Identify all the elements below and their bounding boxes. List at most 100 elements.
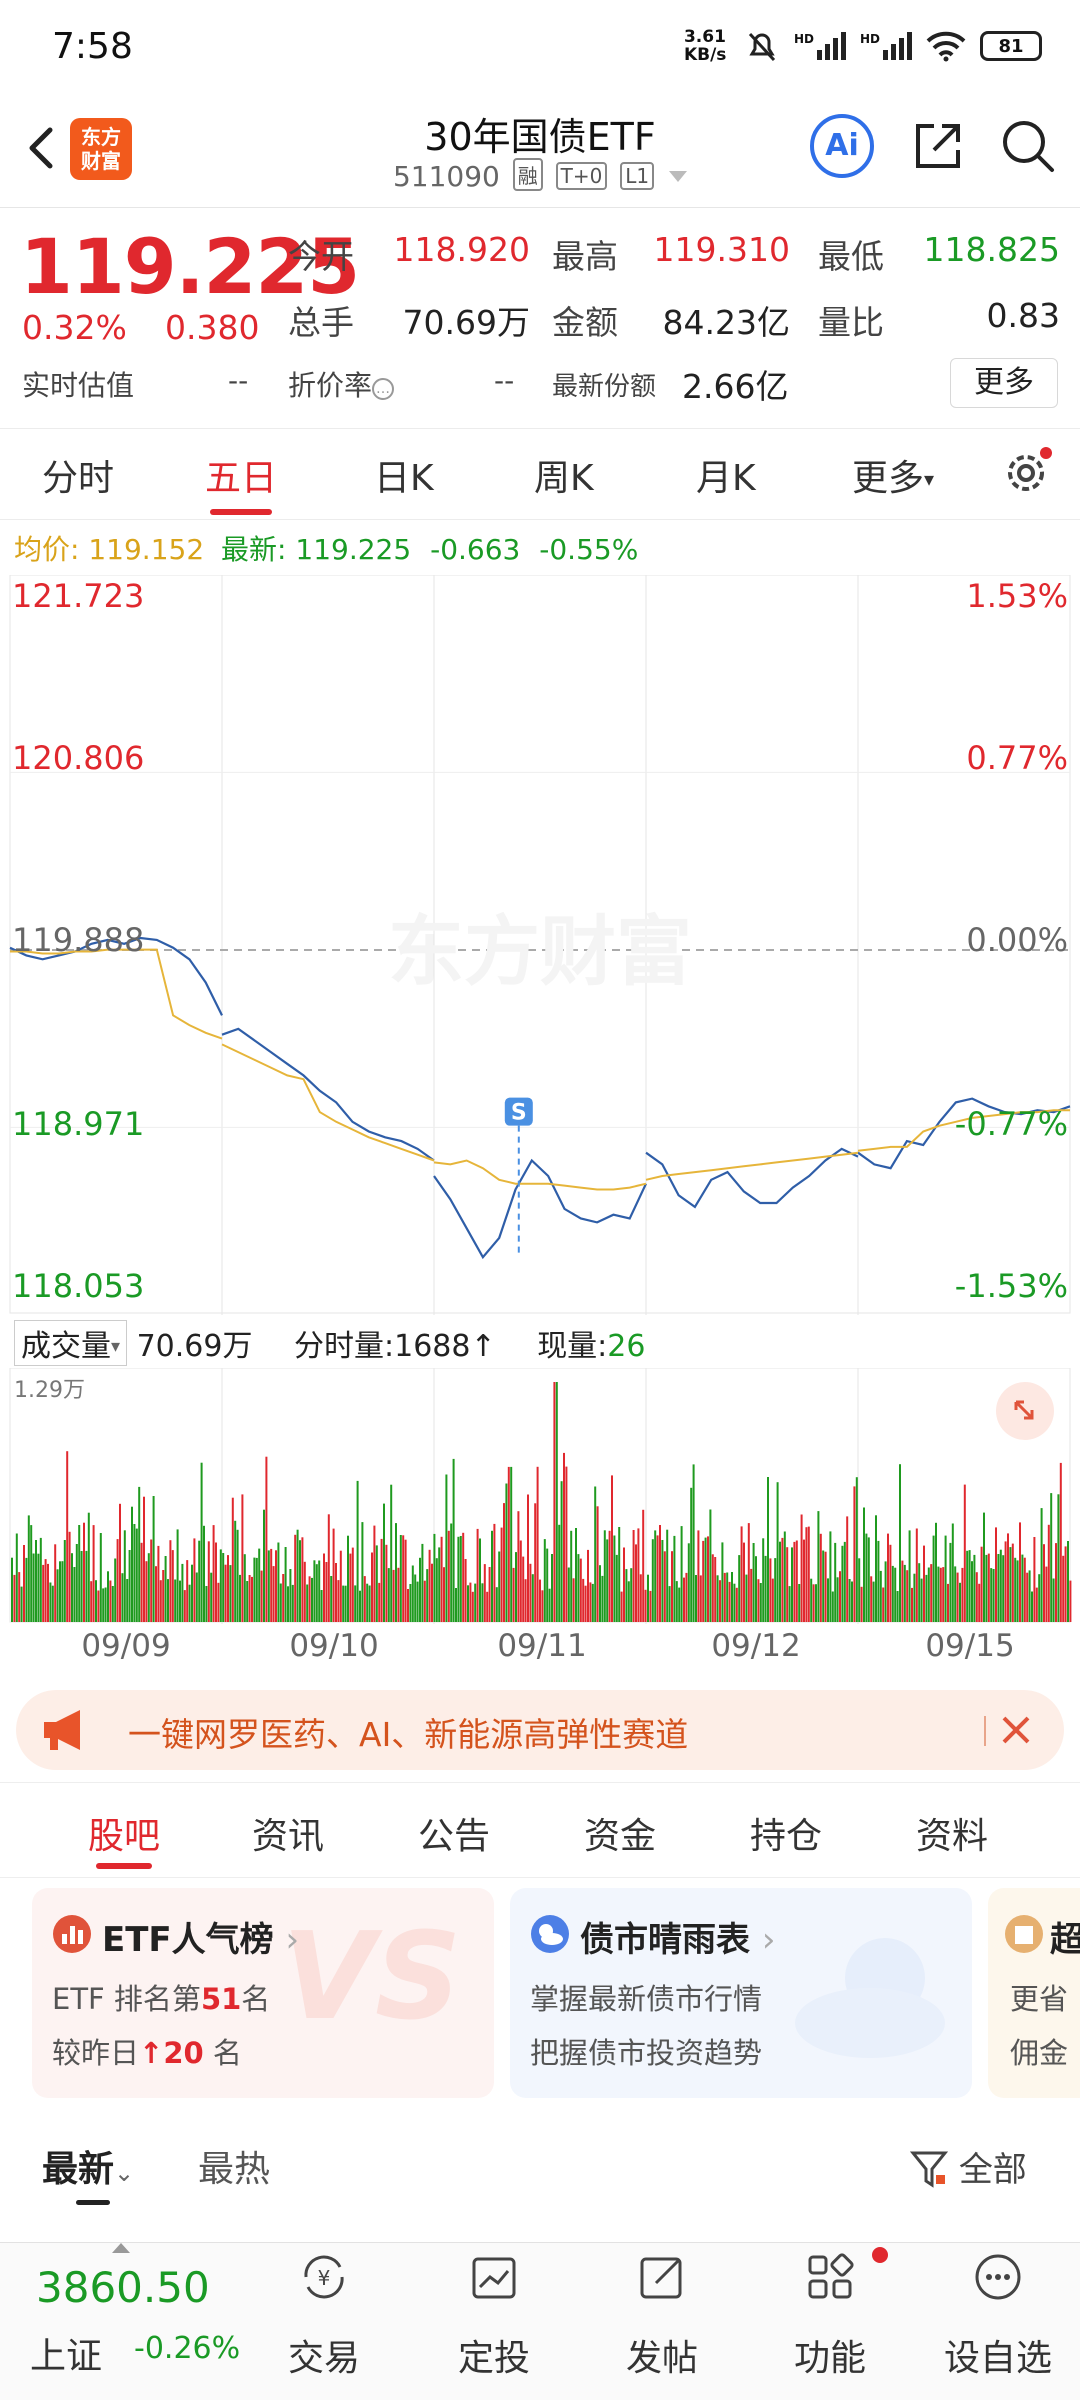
search-icon[interactable] [998, 116, 1058, 176]
volume-bar [303, 1561, 306, 1622]
volume-bar [301, 1537, 304, 1622]
tab-intraday[interactable]: 分时 [42, 449, 114, 501]
share-icon[interactable] [908, 116, 968, 176]
card-bond-barometer[interactable]: 债市晴雨表 › 掌握最新债市行情 把握债市投资趋势 [510, 1888, 972, 2098]
volume-bar [822, 1550, 825, 1622]
ai-assistant-button[interactable]: Ai [810, 114, 874, 178]
volume-bar [740, 1526, 743, 1622]
sort-hottest[interactable]: 最热 [198, 2140, 270, 2192]
volume-bar [606, 1539, 609, 1622]
card-etf-popularity[interactable]: VS ETF人气榜 › ETF 排名第51名 较昨日↑20 名 [32, 1888, 494, 2098]
y-tick-right-2: 0.00% [966, 921, 1068, 959]
tab-more[interactable]: 更多▾ [852, 449, 934, 501]
settings-gear-icon[interactable] [1000, 447, 1052, 499]
close-icon[interactable] [998, 1712, 1034, 1748]
volume-bar [963, 1484, 966, 1622]
tab-forum[interactable]: 股吧 [88, 1807, 160, 1859]
volume-bar [589, 1582, 592, 1622]
sort-underline [76, 2200, 110, 2205]
volume-bar [560, 1481, 563, 1622]
volume-bar [323, 1553, 325, 1622]
nav-add-watchlist[interactable]: 设自选 [928, 2243, 1068, 2400]
y-tick-left-1: 120.806 [12, 739, 145, 777]
sort-latest[interactable]: 最新⌄ [42, 2140, 134, 2192]
volume-indicator-select[interactable]: 成交量▾ [14, 1320, 128, 1366]
volume-bar [903, 1564, 906, 1622]
volume-bar [236, 1529, 239, 1622]
volume-bar [935, 1522, 937, 1622]
tab-daily-k[interactable]: 日K [374, 449, 434, 501]
nav-label: 设自选 [943, 2338, 1052, 2379]
volume-bar [404, 1539, 407, 1622]
discount-label[interactable]: 折价率… [288, 364, 395, 404]
volume-bar [855, 1477, 858, 1622]
more-button[interactable]: 更多 [950, 358, 1058, 408]
caret-up-icon [112, 2243, 130, 2253]
volume-bar [731, 1572, 733, 1622]
volume-bar [1002, 1555, 1005, 1622]
tab-announcements[interactable]: 公告 [418, 1807, 490, 1859]
tab-holdings[interactable]: 持仓 [750, 1807, 822, 1859]
y-tick-left-3: 118.971 [12, 1105, 145, 1143]
volume-bar [983, 1512, 985, 1622]
volume-bar [798, 1584, 801, 1622]
fullscreen-button[interactable] [996, 1382, 1054, 1440]
tab-weekly-k[interactable]: 周K [534, 449, 594, 501]
volume-chart[interactable]: 1.29万 [0, 1367, 1080, 1624]
volume-bar [630, 1568, 633, 1622]
volume-bar [716, 1575, 719, 1622]
volume-bar [457, 1536, 460, 1622]
volume-bar [707, 1536, 709, 1622]
nav-invest-plan[interactable]: 定投 [424, 2243, 564, 2400]
price-chart[interactable]: 东方财富 S 121.723 120.806 119.888 118.971 11… [0, 574, 1080, 1315]
volume-bar [656, 1535, 659, 1622]
volume-bar [570, 1530, 573, 1622]
volume-bar [150, 1539, 153, 1622]
nav-functions[interactable]: 功能 [760, 2243, 900, 2400]
volume-bar [851, 1581, 853, 1622]
volume-bar [20, 1586, 23, 1622]
volume-bar [543, 1539, 546, 1622]
filter-button[interactable]: 全部 [909, 2142, 1027, 2191]
volume-bar [409, 1584, 412, 1622]
card-commission[interactable]: 超 更省 佣金 [988, 1888, 1080, 2098]
volume-bar [188, 1584, 191, 1622]
tab-profile[interactable]: 资料 [916, 1807, 988, 1859]
volume-bar [956, 1572, 959, 1622]
volume-bar [359, 1590, 361, 1622]
active-info-tab-indicator [96, 1863, 152, 1869]
tab-news[interactable]: 资讯 [252, 1807, 324, 1859]
tab-funds[interactable]: 资金 [584, 1807, 656, 1859]
index-ticker[interactable]: 3860.50 上证 -0.26% [0, 2243, 250, 2400]
tag-margin: 融 [512, 158, 543, 191]
volume-bar [896, 1591, 899, 1622]
nav-label: 交易 [287, 2338, 360, 2379]
volume-bar [930, 1564, 933, 1622]
volume-bar [135, 1528, 138, 1622]
signal-marker-label: S [511, 1101, 527, 1126]
volume-total: 70.69万 [136, 1329, 253, 1364]
volume-bar [320, 1590, 323, 1622]
card-title: 超 [1050, 1920, 1080, 1960]
nav-post[interactable]: 发帖 [592, 2243, 732, 2400]
tab-monthly-k[interactable]: 月K [696, 449, 756, 501]
volume-bar [906, 1570, 909, 1622]
volume-bar [879, 1570, 882, 1622]
volume-bar [435, 1558, 438, 1622]
avg-value: 119.152 [88, 533, 205, 566]
volume-bar [75, 1544, 78, 1622]
caret-down-icon: ▾ [924, 467, 935, 491]
tab-five-day[interactable]: 五日 [205, 449, 277, 501]
change-value: 0.380 [165, 308, 260, 347]
promo-banner[interactable]: 一键网罗医药、AI、新能源高弹性赛道 [16, 1690, 1064, 1770]
volume-bar [63, 1540, 66, 1622]
nav-trade[interactable]: ¥ 交易 [254, 2243, 394, 2400]
card-line-1: 掌握最新债市行情 [530, 1982, 763, 2016]
volume-bar [738, 1555, 741, 1622]
volume-bar [860, 1586, 863, 1622]
volume-bar [59, 1561, 61, 1622]
volume-bar [243, 1554, 246, 1622]
volume-bar [325, 1562, 328, 1622]
volume-bar [47, 1563, 49, 1622]
volume-bar [594, 1486, 597, 1622]
